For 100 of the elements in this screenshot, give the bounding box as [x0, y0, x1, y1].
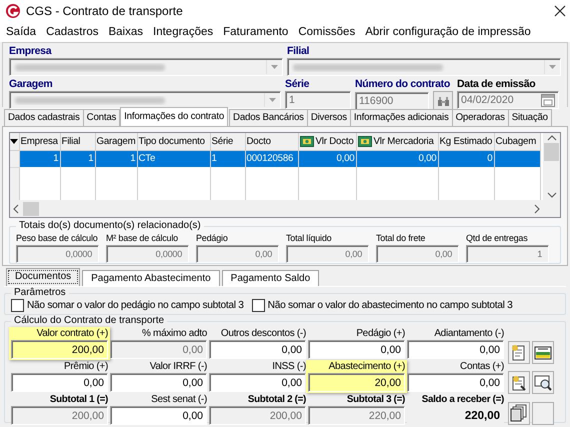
- table-cell: 000120586: [245, 150, 298, 167]
- scroll-left-icon[interactable]: [13, 204, 19, 214]
- input-field[interactable]: 0,0000: [106, 245, 189, 263]
- document-icon: [510, 374, 528, 392]
- field-label: Data de emissão: [457, 78, 536, 91]
- toolbar-button[interactable]: [532, 341, 554, 364]
- menu-item[interactable]: Integrações: [148, 26, 218, 38]
- menu-item[interactable]: Saída: [1, 26, 42, 38]
- menu-item[interactable]: Baixas: [103, 26, 148, 38]
- input-field[interactable]: 200,00: [11, 406, 108, 425]
- input-field[interactable]: 1: [466, 245, 549, 263]
- group-title: Totais do(s) documento(s) relacionado(s): [18, 220, 202, 232]
- checkbox[interactable]: [252, 299, 265, 312]
- tab[interactable]: Dados cadastrais: [4, 109, 84, 126]
- scroll-right-icon[interactable]: [534, 204, 540, 214]
- close-icon[interactable]: [554, 5, 566, 17]
- toolbar-button[interactable]: [532, 371, 554, 394]
- field-label: Total do frete: [376, 232, 426, 245]
- input-field[interactable]: 0,00: [308, 340, 405, 359]
- input-field[interactable]: 0,0000: [16, 245, 99, 263]
- money-icon: [300, 136, 314, 147]
- menu-item[interactable]: Comissões: [293, 26, 360, 38]
- toolbar-button[interactable]: [508, 402, 530, 425]
- input-field[interactable]: 116900: [355, 92, 429, 110]
- checkbox-label: Não somar o valor do pedágio no campo subtotal 3: [27, 300, 244, 311]
- input-field[interactable]: 200,00: [11, 340, 108, 359]
- table-row[interactable]: 1 1 1 CTe 1 000120586 0,00 0,00 0: [10, 150, 540, 167]
- toolbar-button[interactable]: [508, 341, 530, 364]
- search-button[interactable]: [433, 91, 453, 111]
- input-field[interactable]: 04/02/2020: [457, 91, 559, 109]
- field-label: Peso base de cálculo: [16, 232, 99, 245]
- caret-icon[interactable]: [10, 138, 18, 144]
- tab[interactable]: Pagamento Saldo: [222, 270, 320, 286]
- input-field[interactable]: 220,00: [308, 406, 405, 425]
- field-label: Total líquido: [286, 232, 332, 245]
- field-label: Série: [285, 78, 310, 91]
- input-field[interactable]: 0,00: [110, 340, 207, 359]
- tab[interactable]: Pagamento Abastecimento: [82, 270, 220, 286]
- field-label: Saldo a receber (=): [422, 393, 504, 406]
- input-field[interactable]: 0,00: [286, 245, 369, 263]
- input-field[interactable]: 0,00: [11, 373, 108, 392]
- dropdown-field[interactable]: [287, 58, 561, 76]
- field-label: Contas (+): [460, 360, 504, 373]
- table-cell: 1: [60, 150, 95, 167]
- field-label: Valor IRRF (-): [150, 360, 207, 373]
- input-field[interactable]: 0,00: [196, 245, 279, 263]
- input-field[interactable]: 0,00: [407, 373, 504, 392]
- caret-icon: [548, 64, 556, 70]
- caret-icon: [270, 64, 278, 70]
- field-label: Garagem: [9, 78, 52, 91]
- group-title: Cálculo do Contrato de transporte: [13, 315, 166, 327]
- table-cell: 1: [95, 150, 137, 167]
- input-field[interactable]: 200,00: [209, 406, 306, 425]
- tab[interactable]: Documentos: [6, 268, 80, 286]
- input-field[interactable]: 0,00: [209, 373, 306, 392]
- checkbox-label: Não somar o valor do abastecimento no campo subtotal 3: [268, 300, 513, 311]
- field-label: Número do contrato: [355, 78, 450, 91]
- input-field[interactable]: 0,00: [110, 406, 207, 425]
- input-field[interactable]: 0,00: [407, 340, 504, 359]
- tab[interactable]: Dados Bancários: [229, 109, 308, 126]
- table-cell: 0,00: [298, 150, 356, 167]
- tab[interactable]: Situação: [508, 109, 552, 126]
- field-label: Sest senat (-): [151, 393, 207, 406]
- field-label: Qtd de entregas: [466, 232, 529, 245]
- field-label: INSS (-): [272, 360, 306, 373]
- input-field[interactable]: 1: [285, 91, 351, 109]
- caret-icon: [268, 97, 276, 103]
- input-field[interactable]: 20,00: [308, 373, 405, 392]
- table-cell: 1: [210, 150, 245, 167]
- field-label: Pedágio: [196, 232, 229, 245]
- input-field[interactable]: 0,00: [110, 373, 207, 392]
- binoculars-icon: [436, 96, 450, 106]
- tab[interactable]: Contas: [82, 109, 120, 126]
- scroll-up-icon[interactable]: [546, 135, 556, 141]
- calendar-icon[interactable]: [541, 94, 555, 106]
- scroll-down-icon[interactable]: [546, 192, 556, 198]
- scrollbar[interactable]: [10, 200, 543, 217]
- dropdown-field[interactable]: [9, 58, 283, 76]
- field-label: Empresa: [9, 45, 52, 58]
- toolbar-button[interactable]: [508, 371, 530, 394]
- table-cell: 1: [19, 150, 60, 167]
- checkbox[interactable]: [11, 299, 24, 312]
- field-label: M² base de cálculo: [106, 232, 179, 245]
- field-label: Prêmio (+): [64, 360, 108, 373]
- scroll-thumb[interactable]: [23, 202, 39, 216]
- dropdown-field[interactable]: [9, 91, 281, 109]
- input-field[interactable]: 0,00: [209, 340, 306, 359]
- table-cell: 0: [438, 150, 494, 167]
- input-field[interactable]: 0,00: [376, 245, 459, 263]
- field-label: Filial: [287, 45, 310, 58]
- menu-item[interactable]: Faturamento: [218, 26, 294, 38]
- pages-icon: [510, 404, 528, 422]
- menu-item[interactable]: Abrir configuração de impressão: [360, 26, 536, 38]
- tab[interactable]: Informações do contrato: [120, 107, 228, 126]
- field-label: Abastecimento (+): [328, 360, 405, 373]
- menu-item[interactable]: Cadastros: [41, 26, 104, 38]
- field-label: Valor contrato (+): [36, 327, 108, 340]
- scroll-thumb[interactable]: [544, 143, 559, 161]
- window-title: CGS - Contrato de transporte: [26, 4, 184, 18]
- scrollbar[interactable]: [543, 133, 560, 200]
